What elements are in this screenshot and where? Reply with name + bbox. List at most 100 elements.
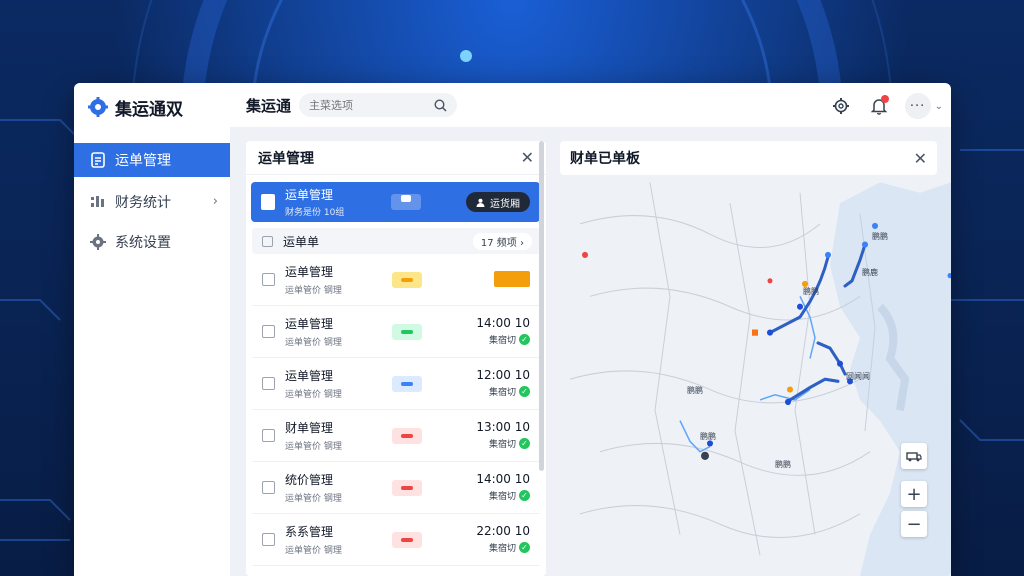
- selected-item-subtitle: 财务是份 10组: [285, 208, 345, 218]
- row-text: 运单管理 运单管价 钢理: [285, 263, 342, 296]
- gear-logo-icon: [88, 97, 108, 117]
- sidebar: 集运通双 运单管理 财务统计 › 系统设置: [74, 83, 230, 576]
- map-layer-button[interactable]: [901, 443, 927, 469]
- page-title: 集运通: [246, 96, 292, 115]
- row-time-value: 13:00 10: [476, 420, 530, 434]
- row-status: 集宿切 ✓: [476, 385, 530, 398]
- row-status-label: 集宿切: [488, 544, 516, 554]
- table-row[interactable]: 财单管理 运单管价 钢理 13:00 10 集宿切 ✓: [252, 410, 540, 462]
- row-status-label: 集宿切: [488, 388, 516, 398]
- row-checkbox[interactable]: [262, 377, 275, 390]
- waybill-panel: 运单管理 ✕ 运单管理 财务是份 10组 运货厢 运单单 17 频项 › 运单管…: [246, 141, 546, 576]
- brand-logo[interactable]: 集运通双: [74, 83, 230, 131]
- sidebar-item-settings[interactable]: 系统设置: [74, 225, 230, 259]
- row-checkbox[interactable]: [262, 533, 275, 546]
- row-subtitle: 运单管价 钢理: [285, 442, 342, 452]
- gear-icon: [832, 98, 849, 114]
- row-status-label: 集宿切: [488, 440, 516, 450]
- row-tag: [392, 428, 422, 444]
- close-icon[interactable]: ✕: [914, 149, 927, 168]
- settings-button[interactable]: [829, 94, 853, 118]
- close-icon[interactable]: ✕: [521, 148, 534, 167]
- table-row[interactable]: 系系管理 运单管价 钢理 22:00 10 集宿切 ✓: [252, 514, 540, 566]
- row-subtitle: 运单管价 钢理: [285, 546, 342, 556]
- check-circle-icon: ✓: [519, 334, 530, 345]
- assign-button[interactable]: 运货厢: [466, 192, 530, 212]
- map-label: 鹏鹿: [862, 268, 878, 277]
- table-row[interactable]: 运单管理 运单管价 钢理 14:00 10 集宿切 ✓: [252, 306, 540, 358]
- row-time-value: 14:00 10: [476, 316, 530, 330]
- row-tag: [392, 272, 422, 288]
- map-panel-header: 财单已单板 ✕: [560, 141, 937, 175]
- map-label: 鹏鹏: [687, 386, 703, 395]
- row-title: 系系管理: [285, 525, 334, 539]
- waybill-panel-header: 运单管理 ✕: [246, 141, 546, 175]
- table-row[interactable]: 统价管理 运单管价 钢理 14:00 10 集宿切 ✓: [252, 462, 540, 514]
- row-time: 14:00 10 集宿切 ✓: [476, 472, 530, 502]
- row-tag: [392, 376, 422, 392]
- group-count-badge[interactable]: 17 频项 ›: [472, 233, 532, 250]
- sidebar-item-waybill[interactable]: 运单管理: [74, 143, 230, 177]
- list-item-selected[interactable]: 运单管理 财务是份 10组 运货厢: [251, 182, 540, 222]
- search-icon[interactable]: [434, 98, 447, 112]
- sidebar-item-finance[interactable]: 财务统计 ›: [74, 185, 230, 219]
- row-tag: [392, 324, 422, 340]
- row-status: 集宿切 ✓: [476, 489, 530, 502]
- panel-title: 财单已单板: [570, 151, 640, 167]
- map-label: 鹏鹏: [872, 232, 888, 241]
- sidebar-item-label: 运单管理: [115, 153, 171, 169]
- row-title: 运单管理: [285, 369, 334, 383]
- chat-icon: [401, 195, 411, 202]
- row-text: 统价管理 运单管价 钢理: [285, 471, 342, 504]
- row-time-value: 22:00 10: [476, 524, 530, 538]
- row-subtitle: 运单管价 钢理: [285, 494, 342, 504]
- gear-icon: [90, 234, 106, 250]
- group-label: 运单单: [283, 234, 320, 249]
- zoom-in-button[interactable]: +: [901, 481, 927, 507]
- row-checkbox[interactable]: [262, 429, 275, 442]
- row-text: 运单管理 运单管价 钢理: [285, 315, 342, 348]
- list-scrollbar[interactable]: [539, 141, 544, 471]
- check-circle-icon: ✓: [519, 386, 530, 397]
- check-circle-icon: ✓: [519, 490, 530, 501]
- brand-name: 集运通双: [115, 99, 183, 120]
- row-checkbox[interactable]: [262, 273, 275, 286]
- row-checkbox[interactable]: [262, 325, 275, 338]
- row-tag: [392, 532, 422, 548]
- document-icon: [91, 152, 105, 168]
- map-view[interactable]: 鹏鹏 鹏鹿 鹏鹏 鹏鹏 网闻闻 鹏鹏 鹏鹏: [560, 141, 951, 576]
- map-label: 鹏鹏: [775, 460, 791, 469]
- search-input[interactable]: [309, 98, 420, 112]
- row-time: 22:00 10 集宿切 ✓: [476, 524, 530, 554]
- user-icon: [476, 198, 485, 207]
- group-checkbox[interactable]: [262, 235, 273, 247]
- more-button[interactable]: ···: [904, 93, 931, 119]
- zoom-out-button[interactable]: −: [901, 511, 927, 537]
- table-row[interactable]: 运单管理 运单管价 钢理: [252, 254, 540, 306]
- sidebar-item-label: 系统设置: [115, 235, 171, 251]
- row-title: 统价管理: [285, 473, 334, 487]
- stats-icon: [91, 196, 104, 207]
- table-row[interactable]: 运单管理 运单管价 钢理 12:00 10 集宿切 ✓: [252, 358, 540, 410]
- row-status-label: 集宿切: [488, 336, 516, 346]
- chevron-right-icon: ›: [212, 194, 218, 209]
- search-box[interactable]: [299, 93, 458, 117]
- map-label: 鹏鹏: [803, 287, 819, 296]
- top-header: 集运通 ···: [230, 83, 951, 127]
- map-panel: 鹏鹏 鹏鹿 鹏鹏 鹏鹏 网闻闻 鹏鹏 鹏鹏 财单已单板 ✕ + −: [560, 141, 951, 576]
- row-title: 运单管理: [285, 265, 334, 279]
- sidebar-item-label: 财务统计: [115, 195, 171, 211]
- row-time: 14:00 10 集宿切 ✓: [476, 316, 530, 346]
- row-checkbox[interactable]: [262, 481, 275, 494]
- row-subtitle: 运单管价 钢理: [285, 338, 342, 348]
- chevron-down-icon[interactable]: ⌄: [935, 101, 943, 112]
- row-text: 系系管理 运单管价 钢理: [285, 523, 342, 556]
- panel-title: 运单管理: [258, 150, 314, 167]
- row-status-label: 集宿切: [488, 492, 516, 502]
- row-title: 运单管理: [285, 317, 334, 331]
- row-status: 集宿切 ✓: [476, 437, 530, 450]
- notifications-button[interactable]: [867, 94, 891, 118]
- notification-badge: [880, 95, 889, 103]
- selected-item-text: 运单管理 财务是份 10组: [285, 186, 344, 218]
- group-header[interactable]: 运单单 17 频项 ›: [252, 228, 540, 254]
